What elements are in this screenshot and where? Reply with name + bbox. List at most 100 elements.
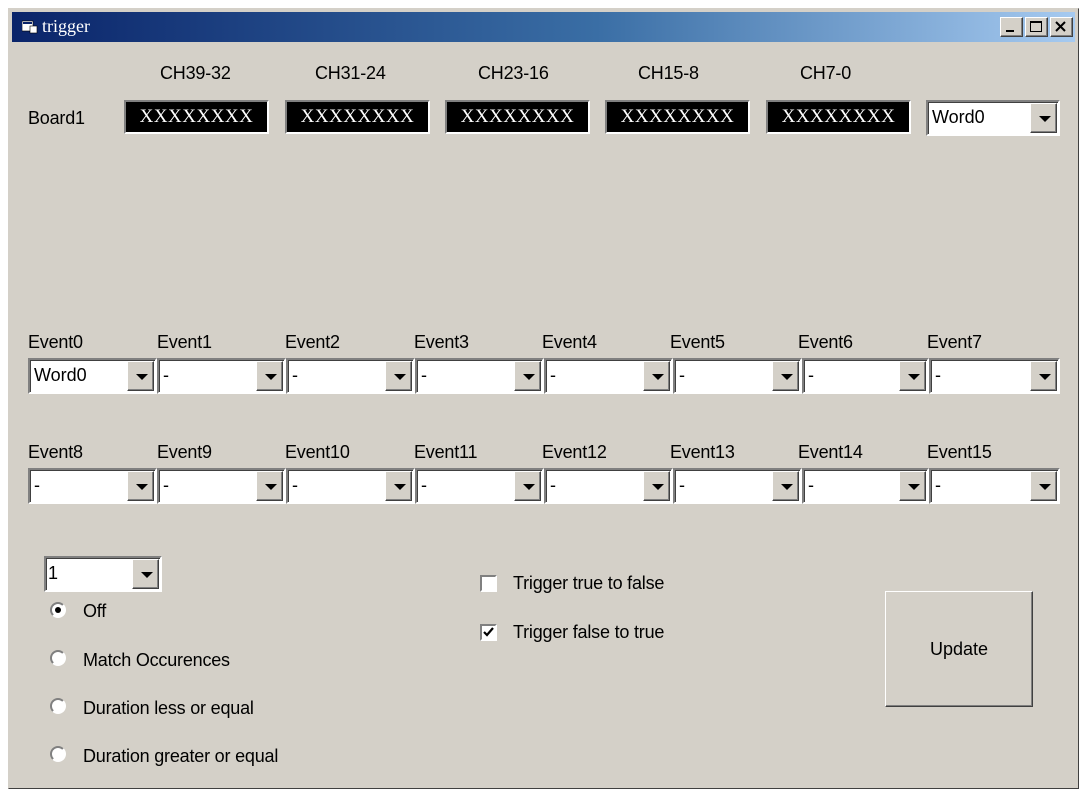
close-button[interactable] <box>1050 17 1073 37</box>
dropdown-arrow-icon[interactable] <box>256 361 283 391</box>
app-icon <box>22 20 38 34</box>
event-label: Event7 <box>927 332 982 352</box>
trigger-label: Trigger false to true <box>513 622 665 642</box>
dropdown-arrow-icon[interactable] <box>127 361 154 391</box>
dropdown-arrow-icon[interactable] <box>385 361 412 391</box>
mode-radio-duration-less[interactable] <box>50 698 66 714</box>
event-select[interactable]: - <box>802 358 929 394</box>
event-select-value: - <box>808 365 814 385</box>
channel-header: CH7-0 <box>800 63 852 83</box>
maximize-button[interactable] <box>1025 17 1048 37</box>
event-select-value: - <box>935 475 941 495</box>
mode-label: Off <box>83 601 107 621</box>
count-select[interactable]: 1 <box>44 556 162 592</box>
mode-label: Duration greater or equal <box>83 746 279 766</box>
event-select[interactable]: - <box>415 358 544 394</box>
dropdown-arrow-icon[interactable] <box>1030 103 1057 133</box>
event-select[interactable]: - <box>673 468 802 504</box>
event-select[interactable]: - <box>28 468 157 504</box>
event-select-value: - <box>34 475 40 495</box>
dropdown-arrow-icon[interactable] <box>1030 361 1057 391</box>
close-icon <box>1055 21 1066 32</box>
maximize-icon <box>1030 21 1042 32</box>
event-select[interactable]: - <box>929 358 1060 394</box>
dropdown-arrow-icon[interactable] <box>643 361 670 391</box>
channel-header: CH31-24 <box>315 63 386 83</box>
event-select[interactable]: - <box>802 468 929 504</box>
event-select[interactable]: - <box>544 468 673 504</box>
event-label: Event2 <box>285 332 340 352</box>
dropdown-arrow-icon[interactable] <box>1030 471 1057 501</box>
event-label: Event13 <box>670 442 735 462</box>
event-select-value: - <box>163 475 169 495</box>
minimize-icon <box>1006 30 1014 32</box>
event-select-value: - <box>550 475 556 495</box>
title-bar[interactable]: trigger <box>12 12 1075 42</box>
event-select[interactable]: - <box>544 358 673 394</box>
dropdown-arrow-icon[interactable] <box>256 471 283 501</box>
channel-header: CH15-8 <box>638 63 699 83</box>
event-select-value: - <box>163 365 169 385</box>
event-select[interactable]: - <box>673 358 802 394</box>
dropdown-arrow-icon[interactable] <box>643 471 670 501</box>
trigger-false-to-true-checkbox[interactable] <box>480 624 497 641</box>
mode-radio-match-occurences[interactable] <box>50 650 66 666</box>
update-button[interactable]: Update <box>885 591 1033 707</box>
event-select[interactable]: - <box>157 358 286 394</box>
channel-header: CH39-32 <box>160 63 231 83</box>
board-label: Board1 <box>28 108 85 128</box>
event-label: Event11 <box>414 442 478 462</box>
event-select[interactable]: - <box>157 468 286 504</box>
event-select-value: - <box>679 365 685 385</box>
minimize-button[interactable] <box>1000 17 1023 37</box>
dropdown-arrow-icon[interactable] <box>514 471 541 501</box>
mode-label: Match Occurences <box>83 650 230 670</box>
event-label: Event8 <box>28 442 83 462</box>
event-label: Event15 <box>927 442 992 462</box>
event-select[interactable]: - <box>929 468 1060 504</box>
event-select-value: Word0 <box>34 365 87 385</box>
mode-radio-off[interactable] <box>50 602 66 618</box>
event-label: Event6 <box>798 332 853 352</box>
event-select-value: - <box>292 365 298 385</box>
event-select-value: - <box>421 365 427 385</box>
dropdown-arrow-icon[interactable] <box>127 471 154 501</box>
mode-radio-duration-greater[interactable] <box>50 746 66 762</box>
dropdown-arrow-icon[interactable] <box>899 471 926 501</box>
channel-value-display: XXXXXXXX <box>605 100 750 134</box>
word-select[interactable]: Word0 <box>926 100 1060 136</box>
event-select-value: - <box>808 475 814 495</box>
trigger-label: Trigger true to false <box>513 573 665 593</box>
event-label: Event3 <box>414 332 469 352</box>
event-select[interactable]: Word0 <box>28 358 157 394</box>
event-select-value: - <box>292 475 298 495</box>
event-label: Event1 <box>157 332 212 352</box>
channel-value-display: XXXXXXXX <box>285 100 430 134</box>
event-select-value: - <box>550 365 556 385</box>
event-label: Event5 <box>670 332 725 352</box>
event-select[interactable]: - <box>286 468 415 504</box>
window-title: trigger <box>42 16 90 36</box>
event-select-value: - <box>421 475 427 495</box>
channel-value-display: XXXXXXXX <box>766 100 911 134</box>
dropdown-arrow-icon[interactable] <box>899 361 926 391</box>
event-label: Event4 <box>542 332 597 352</box>
event-select[interactable]: - <box>415 468 544 504</box>
dropdown-arrow-icon[interactable] <box>132 559 159 589</box>
dropdown-arrow-icon[interactable] <box>385 471 412 501</box>
event-select-value: - <box>679 475 685 495</box>
channel-value-display: XXXXXXXX <box>124 100 269 134</box>
channel-value-display: XXXXXXXX <box>445 100 590 134</box>
dropdown-arrow-icon[interactable] <box>514 361 541 391</box>
dropdown-arrow-icon[interactable] <box>772 471 799 501</box>
event-label: Event12 <box>542 442 607 462</box>
word-select-value: Word0 <box>932 107 985 127</box>
event-label: Event0 <box>28 332 83 352</box>
event-label: Event14 <box>798 442 863 462</box>
trigger-true-to-false-checkbox[interactable] <box>480 575 497 592</box>
event-label: Event10 <box>285 442 350 462</box>
event-select[interactable]: - <box>286 358 415 394</box>
checkmark-icon <box>483 627 494 637</box>
dropdown-arrow-icon[interactable] <box>772 361 799 391</box>
event-select-value: - <box>935 365 941 385</box>
